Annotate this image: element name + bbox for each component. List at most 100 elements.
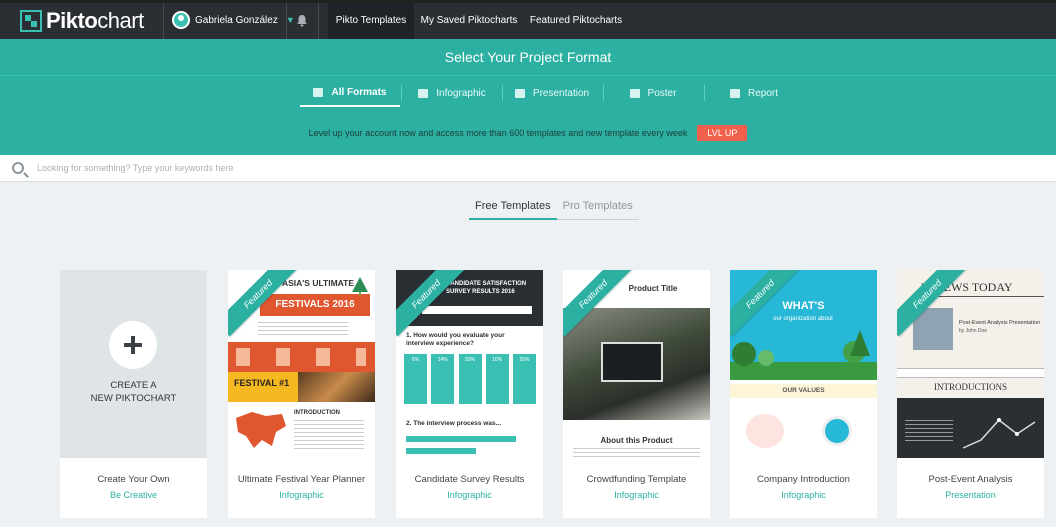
tab-label: Poster — [647, 87, 677, 99]
intro-heading: INTRODUCTIONS — [934, 382, 1007, 392]
create-line2: NEW PIKTOCHART — [90, 393, 177, 404]
festival-banner: FESTIVALS 2016 — [260, 294, 370, 316]
template-card[interactable]: Featured Product Title About this Produc… — [563, 270, 710, 518]
template-card[interactable]: Featured ASIA'S ULTIMATE FESTIVALS 2016 … — [228, 270, 375, 518]
template-thumbnail: Featured WHAT'S our organization about O… — [730, 270, 877, 458]
create-card[interactable]: CREATE A NEW PIKTOCHART Create Your Own B… — [60, 270, 207, 518]
nav-tab-pikto-templates[interactable]: Pikto Templates — [328, 3, 414, 39]
play-icon — [514, 88, 525, 98]
asia-map-icon — [236, 412, 286, 448]
percent-box: 14% — [431, 354, 455, 404]
tab-free-templates[interactable]: Free Templates — [469, 196, 557, 220]
infographic-icon — [418, 88, 429, 98]
answer-bar — [406, 436, 516, 442]
nav-divider — [163, 3, 164, 39]
template-thumbnail: Featured ASIA'S ULTIMATE FESTIVALS 2016 … — [228, 270, 375, 458]
card-type: Infographic — [781, 490, 826, 500]
logo-icon — [20, 10, 42, 32]
tab-presentation[interactable]: Presentation — [502, 79, 602, 107]
template-thumbnail: Featured W NEWS TODAY Post-Event Analysi… — [897, 270, 1044, 458]
top-navbar: Piktochart Gabriela González ▼ Pikto Tem… — [0, 0, 1056, 39]
about-heading: About this Product — [600, 436, 673, 445]
bell-icon[interactable] — [296, 14, 308, 27]
chart-icon — [729, 88, 740, 98]
trees-icon — [730, 330, 877, 380]
tab-label: Report — [747, 87, 778, 99]
search-input[interactable] — [37, 160, 637, 176]
percent-box: 50% — [458, 354, 482, 404]
tab-infographic[interactable]: Infographic — [402, 79, 502, 107]
question-one: 1. How would you evaluate your interview… — [406, 332, 505, 347]
values-banner: OUR VALUES — [730, 384, 877, 398]
tree-icon — [352, 277, 368, 295]
card-title: Company Introduction — [757, 474, 850, 485]
logo-text-bold: Pikto — [46, 8, 98, 33]
chevron-down-icon: ▼ — [285, 15, 295, 25]
question-two: 2. The interview process was... — [406, 420, 502, 427]
template-tabs: Free Templates Pro Templates — [469, 196, 639, 220]
user-name: Gabriela González — [195, 14, 278, 26]
template-card[interactable]: Featured WHAT'S our organization about O… — [730, 270, 877, 518]
line-chart-icon — [962, 418, 1036, 449]
card-title: Crowdfunding Template — [586, 474, 687, 485]
tab-label: Presentation — [532, 87, 590, 99]
nav-divider — [318, 3, 319, 39]
nav-divider — [286, 3, 287, 39]
template-card[interactable]: Featured W NEWS TODAY Post-Event Analysi… — [897, 270, 1044, 518]
card-title: Ultimate Festival Year Planner — [237, 474, 366, 485]
band-icons — [236, 348, 366, 366]
card-type: Presentation — [945, 490, 996, 500]
search-icon — [12, 162, 24, 174]
intro-lines — [294, 420, 364, 450]
survey-title: CANDIDATE SATISFACTION SURVEY RESULTS 20… — [446, 281, 527, 295]
survey-input-bar — [422, 306, 532, 314]
tab-label: Infographic — [436, 87, 486, 99]
logo-text-light: chart — [97, 8, 144, 33]
search-bar — [0, 155, 1056, 182]
news-author: by John Doe — [959, 328, 988, 334]
format-header: Select Your Project Format All Formats I… — [0, 39, 1056, 155]
tab-pro-templates[interactable]: Pro Templates — [556, 196, 639, 220]
plus-icon — [109, 321, 157, 369]
monitor-shape — [601, 342, 663, 382]
user-avatar-icon — [172, 11, 190, 29]
template-thumbnail: Featured CANDIDATE SATISFACTION SURVEY R… — [396, 270, 543, 458]
globe-icon — [822, 416, 852, 446]
panel-lines — [905, 420, 953, 442]
festival-number: FESTIVAL #1 — [234, 378, 290, 388]
list-icon — [313, 87, 324, 97]
card-title: Post-Event Analysis — [928, 474, 1013, 485]
lvl-up-button[interactable]: LVL UP — [697, 125, 748, 141]
template-thumbnail: Featured Product Title About this Produc… — [563, 270, 710, 458]
people-icon — [746, 414, 784, 448]
whats-subtitle: our organization about — [773, 316, 833, 322]
percent-box: 6% — [404, 354, 427, 404]
intro-heading: INTRODUCTION — [294, 410, 340, 416]
tab-label: All Formats — [331, 86, 387, 98]
nav-tab-my-saved[interactable]: My Saved Piktocharts — [420, 3, 518, 39]
text-lines — [258, 322, 348, 336]
page-title: Select Your Project Format — [444, 49, 612, 65]
card-title: Candidate Survey Results — [414, 474, 525, 485]
template-card[interactable]: Featured CANDIDATE SATISFACTION SURVEY R… — [396, 270, 543, 518]
percent-box: 10% — [485, 354, 509, 404]
user-menu[interactable]: Gabriela González ▼ — [172, 11, 295, 29]
news-subtitle: Post-Event Analysis Presentation — [959, 320, 1041, 326]
news-band — [897, 368, 1044, 378]
card-type: Infographic — [279, 490, 324, 500]
tab-report[interactable]: Report — [704, 79, 804, 107]
percent-box: 20% — [513, 354, 536, 404]
piktochart-logo[interactable]: Piktochart — [20, 8, 144, 33]
create-line1: CREATE A — [110, 380, 157, 391]
product-title: Product Title — [628, 284, 678, 293]
tab-all-formats[interactable]: All Formats — [300, 79, 400, 107]
food-photo — [298, 372, 375, 402]
survey-percent-row: 6% 14% 50% 10% 20% — [404, 354, 536, 404]
nav-tab-featured[interactable]: Featured Piktocharts — [528, 3, 624, 39]
tab-poster[interactable]: Poster — [603, 79, 703, 107]
create-thumbnail: CREATE A NEW PIKTOCHART — [60, 270, 207, 458]
promo-text: Level up your account now and access mor… — [308, 128, 688, 138]
answer-bar — [406, 448, 476, 454]
card-type: Be Creative — [109, 490, 158, 500]
promo-banner: Level up your account now and access mor… — [0, 125, 1056, 141]
